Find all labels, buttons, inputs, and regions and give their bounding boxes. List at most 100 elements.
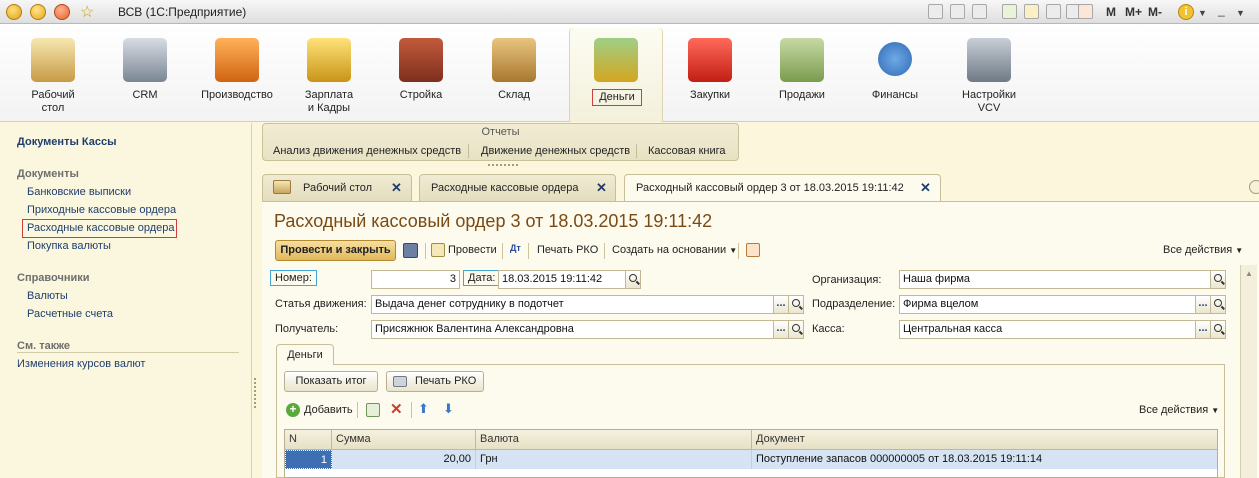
memory-m-button[interactable]: M: [1106, 5, 1116, 19]
search-icon[interactable]: [1210, 320, 1226, 339]
report-cashflow[interactable]: Движение денежных средств: [481, 145, 630, 157]
section-bricks[interactable]: Стройка: [375, 24, 467, 122]
save-icon[interactable]: [403, 243, 418, 258]
post-button[interactable]: Провести: [448, 244, 497, 256]
print-rko-inner-button[interactable]: Печать РКО: [386, 371, 484, 392]
section-desk[interactable]: Рабочий стол: [7, 24, 99, 122]
scroll-up-icon[interactable]: ▲: [1245, 269, 1253, 278]
cell-document[interactable]: Поступление запасов 000000005 от 18.03.2…: [752, 450, 1217, 469]
table-row[interactable]: 1 20,00 Грн Поступление запасов 00000000…: [285, 450, 1217, 469]
search-icon[interactable]: [788, 295, 804, 314]
move-down-icon[interactable]: ⬇: [443, 401, 454, 417]
search-icon[interactable]: [1210, 295, 1226, 314]
title-bar: ☆ ВСВ (1С:Предприятие) M M+ M- i ▼ _ ▼: [0, 0, 1259, 24]
create-based-on-label: Создать на основании: [612, 244, 727, 256]
cell-n[interactable]: 1: [285, 450, 332, 469]
close-icon[interactable]: ✕: [596, 180, 607, 196]
section-handshake[interactable]: CRM: [99, 24, 191, 122]
create-based-on-button[interactable]: Создать на основании ▼: [612, 244, 737, 256]
nav-item-incoming-orders[interactable]: Приходные кассовые ордера: [27, 204, 176, 216]
minimize-icon[interactable]: _: [1218, 3, 1225, 17]
nav-header[interactable]: Документы Кассы: [17, 136, 117, 148]
nav-item-bank-accounts[interactable]: Расчетные счета: [27, 308, 113, 320]
tab-current-order[interactable]: Расходный кассовый ордер 3 от 18.03.2015…: [624, 174, 941, 202]
print-rko-button[interactable]: Печать РКО: [537, 244, 598, 256]
tab-money[interactable]: Деньги: [276, 344, 334, 365]
section-factory[interactable]: Производство: [191, 24, 283, 122]
search-icon[interactable]: [1210, 270, 1226, 289]
reports-splitter[interactable]: [488, 164, 518, 168]
tab-desktop[interactable]: Рабочий стол ✕: [262, 174, 412, 201]
info-icon[interactable]: i: [1178, 4, 1194, 20]
section-tools[interactable]: Настройки VCV: [943, 24, 1035, 122]
nav-item-bank-statements[interactable]: Банковские выписки: [27, 186, 131, 198]
nav-item-currency-purchase[interactable]: Покупка валюты: [27, 240, 111, 252]
report-cash-book[interactable]: Кассовая книга: [648, 145, 726, 157]
section-box[interactable]: Склад: [468, 24, 560, 122]
cash-select-button[interactable]: ...: [1195, 320, 1211, 339]
article-select-button[interactable]: ...: [773, 295, 789, 314]
memory-plus-button[interactable]: M+: [1125, 5, 1142, 19]
column-header-currency[interactable]: Валюта: [476, 430, 752, 450]
info-dropdown-icon[interactable]: ▼: [1198, 8, 1207, 18]
add-icon[interactable]: +: [286, 403, 300, 417]
section-label: Финансы: [871, 89, 919, 101]
cash-field[interactable]: Центральная касса: [899, 320, 1196, 339]
search-icon[interactable]: [788, 320, 804, 339]
cell-sum[interactable]: 20,00: [332, 450, 476, 469]
move-up-icon[interactable]: ⬆: [418, 401, 429, 417]
number-field[interactable]: 3: [371, 270, 460, 289]
column-header-document[interactable]: Документ: [752, 430, 1217, 450]
section-cart[interactable]: Закупки: [664, 24, 756, 122]
section-money-bag[interactable]: Продажи: [756, 24, 848, 122]
calendar-icon[interactable]: [625, 270, 641, 289]
copy-icon[interactable]: [366, 403, 380, 417]
preview-icon[interactable]: [972, 4, 987, 19]
history-icon[interactable]: [54, 4, 70, 20]
section-coins[interactable]: Зарплата и Кадры: [283, 24, 375, 122]
app-logo-icon[interactable]: [6, 4, 22, 20]
date-field[interactable]: 18.03.2015 19:11:42: [498, 270, 626, 289]
recipient-field[interactable]: Присяжнюк Валентина Александровна: [371, 320, 774, 339]
chevron-down-icon: ▼: [1211, 406, 1220, 415]
department-field[interactable]: Фирма вцелом: [899, 295, 1196, 314]
department-select-button[interactable]: ...: [1195, 295, 1211, 314]
splitter-grip[interactable]: [254, 378, 258, 408]
article-field[interactable]: Выдача денег сотруднику в подотчет: [371, 295, 774, 314]
organization-field[interactable]: Наша фирма: [899, 270, 1211, 289]
section-money[interactable]: Деньги: [569, 28, 663, 122]
tab-outgoing-orders[interactable]: Расходные кассовые ордера ✕: [419, 174, 616, 201]
window-menu-icon[interactable]: ▼: [1236, 8, 1245, 18]
all-actions-button[interactable]: Все действия ▼: [1163, 244, 1243, 256]
add-favorite-icon[interactable]: [1002, 4, 1017, 19]
favorite-star-icon[interactable]: [1024, 4, 1039, 19]
post-and-close-button[interactable]: Провести и закрыть: [275, 240, 396, 261]
post-icon[interactable]: [431, 243, 445, 257]
nav-item-currencies[interactable]: Валюты: [27, 290, 68, 302]
dt-kt-icon[interactable]: Дт: [510, 243, 521, 253]
close-icon[interactable]: ✕: [920, 180, 931, 196]
tabs-scroll-icon[interactable]: [1249, 180, 1259, 194]
favorites-star-icon[interactable]: ☆: [80, 2, 94, 22]
section-dollar[interactable]: Финансы: [849, 24, 941, 122]
edit-icon[interactable]: [1046, 4, 1061, 19]
print-icon[interactable]: [950, 4, 965, 19]
report-cashflow-analysis[interactable]: Анализ движения денежных средств: [273, 145, 461, 157]
delete-icon[interactable]: ✕: [390, 400, 403, 418]
calendar-icon[interactable]: [1078, 4, 1093, 19]
add-button[interactable]: Добавить: [304, 404, 353, 416]
close-icon[interactable]: ✕: [391, 180, 402, 196]
column-header-n[interactable]: N: [285, 430, 332, 450]
cart-icon: [688, 38, 732, 82]
nav-item-exchange-rates[interactable]: Изменения курсов валют: [17, 358, 145, 370]
all-actions-table-button[interactable]: Все действия ▼: [1139, 404, 1219, 416]
vertical-scrollbar[interactable]: ▲: [1240, 265, 1257, 478]
memory-minus-button[interactable]: M-: [1148, 5, 1162, 19]
show-total-button[interactable]: Показать итог: [284, 371, 378, 392]
structure-icon[interactable]: [746, 243, 760, 257]
column-header-sum[interactable]: Сумма: [332, 430, 476, 450]
cell-currency[interactable]: Грн: [476, 450, 752, 469]
recipient-select-button[interactable]: ...: [773, 320, 789, 339]
menu-down-icon[interactable]: [30, 4, 46, 20]
save-icon[interactable]: [928, 4, 943, 19]
